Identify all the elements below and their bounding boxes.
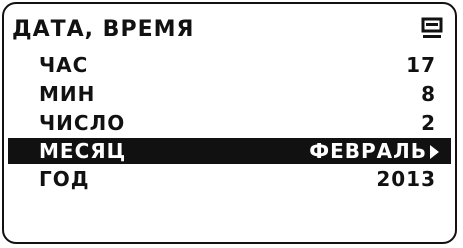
setting-label: МЕСЯЦ — [39, 139, 127, 163]
setting-value: 2013 — [376, 167, 436, 191]
setting-value: ФЕВРАЛЬ — [309, 138, 439, 164]
setting-row-year[interactable]: ГОД 2013 — [4, 167, 455, 191]
setting-value: 2 — [421, 111, 436, 135]
setting-value: 8 — [421, 82, 436, 106]
setting-row-hour[interactable]: ЧАС 17 — [4, 53, 455, 77]
setting-row-minute[interactable]: МИН 8 — [4, 82, 455, 106]
setting-value: 17 — [406, 53, 436, 77]
arrow-right-icon — [430, 145, 439, 159]
setting-value-text: ФЕВРАЛЬ — [309, 139, 427, 163]
setting-row-month[interactable]: МЕСЯЦ ФЕВРАЛЬ — [8, 138, 451, 164]
setting-row-day[interactable]: ЧИСЛО 2 — [4, 111, 455, 135]
back-screen-icon[interactable] — [421, 17, 443, 41]
setting-label: ЧИСЛО — [39, 111, 126, 135]
screen-title: ДАТА, ВРЕМЯ — [12, 17, 195, 42]
setting-label: ЧАС — [39, 53, 89, 77]
lcd-screen: ДАТА, ВРЕМЯ ЧАС 17 МИН 8 ЧИСЛО 2 МЕСЯЦ Ф… — [2, 2, 457, 244]
setting-label: МИН — [39, 82, 96, 106]
setting-label: ГОД — [39, 167, 90, 191]
